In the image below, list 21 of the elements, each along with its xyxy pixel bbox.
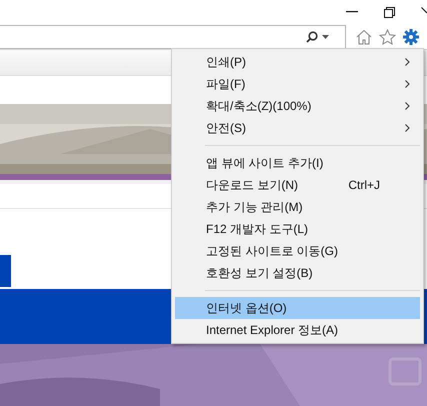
menu-item[interactable]: 확대/축소(Z)(100%)	[175, 95, 420, 117]
dropdown-icon[interactable]	[322, 34, 329, 39]
star-icon[interactable]	[379, 28, 396, 45]
menu-item[interactable]: 다운로드 보기(N) Ctrl+J	[175, 174, 420, 196]
menu-item[interactable]: 호환성 보기 설정(B)	[175, 262, 420, 284]
banner-block	[0, 254, 11, 287]
menu-item[interactable]: 파일(F)	[175, 73, 420, 95]
restore-icon[interactable]	[384, 6, 395, 18]
menu-item[interactable]: 고정된 사이트로 이동(G)	[175, 240, 420, 262]
menu-item[interactable]: Internet Explorer 정보(A)	[175, 319, 420, 341]
menu-item[interactable]: 추가 기능 관리(M)	[175, 196, 420, 218]
menu-item[interactable]: 앱 뷰에 사이트 추가(I)	[175, 152, 420, 174]
search-icon[interactable]	[306, 30, 318, 43]
menu-item[interactable]: 인터넷 옵션(O)	[175, 297, 420, 319]
shortcut-label: Ctrl+J	[348, 177, 380, 194]
settings-icon[interactable]	[403, 28, 419, 45]
minimize-icon[interactable]	[346, 11, 358, 14]
menu-item[interactable]: 안전(S)	[175, 117, 420, 139]
home-icon[interactable]	[356, 28, 372, 45]
menu-item[interactable]: F12 개발자 도구(L)	[175, 218, 420, 240]
menu-item[interactable]: 인쇄(P)	[175, 51, 420, 73]
